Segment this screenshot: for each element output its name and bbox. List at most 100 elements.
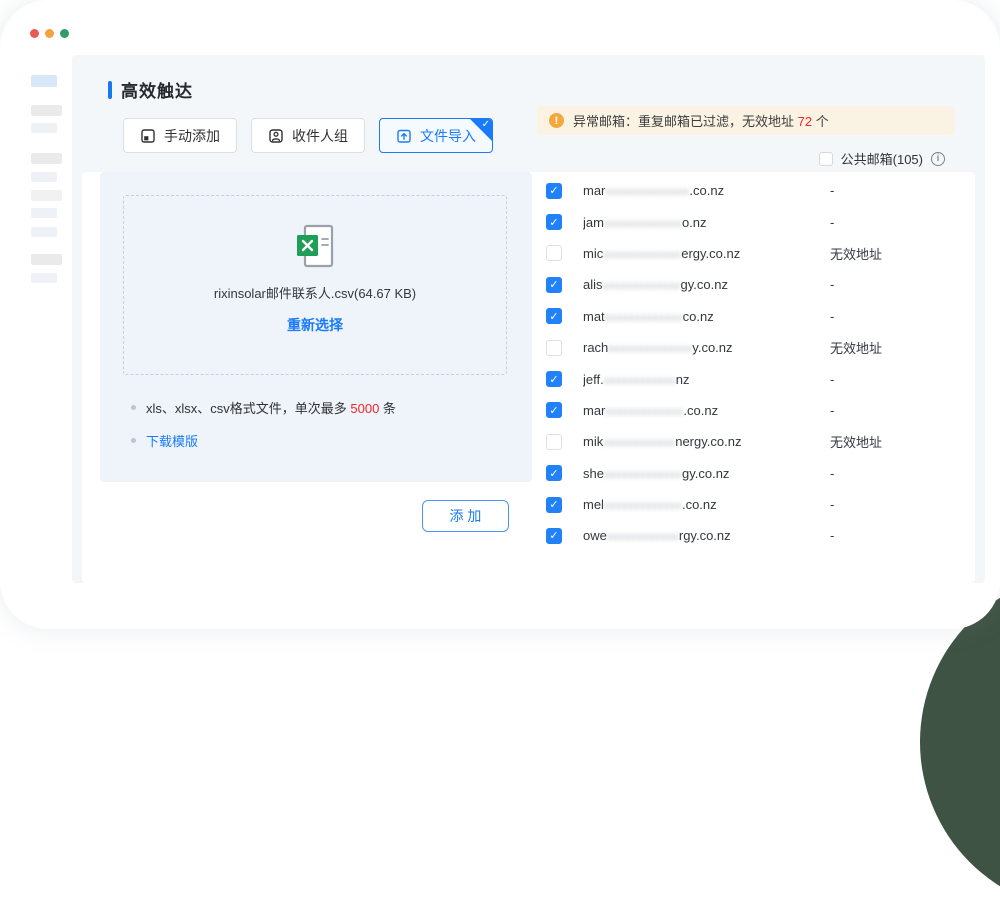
add-button[interactable]: 添 加	[422, 500, 509, 532]
format-hint: xls、xlsx、csv格式文件，单次最多 5000 条	[131, 398, 396, 417]
masked-email-segment: xxxxxxxxxxxx	[607, 531, 679, 543]
close-window-icon[interactable]	[30, 29, 39, 38]
file-import-icon	[396, 128, 412, 144]
invalid-count: 72	[798, 114, 812, 129]
email-row: ✓ marxxxxxxxxxxxxx.co.nz-	[537, 395, 975, 426]
email-checkbox[interactable]: ✓	[546, 465, 562, 481]
email-status: -	[830, 183, 834, 198]
page-title: 高效触达	[121, 77, 193, 102]
email-status: 无效地址	[830, 244, 882, 263]
format-hint-text: xls、xlsx、csv格式文件，单次最多 5000 条	[146, 398, 396, 417]
upload-dropzone[interactable]: rixinsolar邮件联系人.csv(64.67 KB) 重新选择	[123, 195, 507, 375]
email-checkbox[interactable]: ✓	[546, 497, 562, 513]
email-address: marxxxxxxxxxxxxx.co.nz	[583, 403, 830, 418]
email-checkbox[interactable]	[546, 434, 562, 450]
email-address: alisxxxxxxxxxxxxxgy.co.nz	[583, 277, 830, 292]
email-status: -	[830, 403, 834, 418]
tab-recipient-group[interactable]: 收件人组	[251, 118, 365, 153]
bullet-icon	[131, 438, 136, 443]
email-checkbox[interactable]: ✓	[546, 308, 562, 324]
masked-email-segment: xxxxxxxxxxxxx	[605, 312, 683, 324]
email-status: 无效地址	[830, 338, 882, 357]
email-checkbox[interactable]: ✓	[546, 183, 562, 199]
public-mailbox-row: 公共邮箱(105) i	[819, 149, 945, 168]
email-address: micxxxxxxxxxxxxxergy.co.nz	[583, 246, 830, 261]
minimize-window-icon[interactable]	[45, 29, 54, 38]
email-row: ✓ jamxxxxxxxxxxxxxo.nz-	[537, 206, 975, 237]
sidebar-skeleton-bar	[31, 75, 57, 87]
email-address: jamxxxxxxxxxxxxxo.nz	[583, 215, 830, 230]
main-panel: 高效触达 手动添加	[72, 55, 985, 583]
app-window: 高效触达 手动添加	[0, 0, 1000, 629]
sidebar-skeleton-bar	[31, 208, 57, 218]
sidebar-skeleton-bar	[31, 254, 62, 265]
email-row: ✓shexxxxxxxxxxxxxgy.co.nz-	[537, 458, 975, 489]
tab-label: 手动添加	[164, 126, 220, 146]
email-address: shexxxxxxxxxxxxxgy.co.nz	[583, 466, 830, 481]
masked-email-segment: xxxxxxxxxxxxx	[604, 500, 682, 512]
sidebar-skeleton-bar	[31, 172, 57, 182]
masked-email-segment: xxxxxxxxxxxxx	[604, 218, 682, 230]
email-checkbox[interactable]: ✓	[546, 402, 562, 418]
email-checkbox[interactable]	[546, 245, 562, 261]
warning-icon: !	[549, 113, 564, 128]
masked-email-segment: xxxxxxxxxxxxx	[605, 406, 683, 418]
email-checkbox[interactable]: ✓	[546, 528, 562, 544]
tab-label: 文件导入	[420, 126, 476, 146]
email-row: ✓ owexxxxxxxxxxxxrgy.co.nz-	[537, 520, 975, 551]
maximize-window-icon[interactable]	[60, 29, 69, 38]
email-checkbox[interactable]: ✓	[546, 214, 562, 230]
masked-email-segment: xxxxxxxxxxxxx	[603, 249, 681, 261]
email-checkbox[interactable]: ✓	[546, 277, 562, 293]
abnormal-mailbox-banner: ! 异常邮箱：重复邮箱已过滤，无效地址 72 个	[537, 106, 955, 135]
email-row: ✓alisxxxxxxxxxxxxxgy.co.nz-	[537, 269, 975, 300]
masked-email-segment: xxxxxxxxxxxxx	[603, 280, 681, 292]
email-address: owexxxxxxxxxxxxrgy.co.nz	[583, 528, 830, 543]
email-row: ✓ marxxxxxxxxxxxxxx.co.nz-	[537, 175, 975, 206]
window-controls	[30, 29, 69, 38]
bullet-icon	[131, 405, 136, 410]
file-upload-panel: rixinsolar邮件联系人.csv(64.67 KB) 重新选择 xls、x…	[100, 172, 532, 482]
email-checkbox[interactable]	[546, 340, 562, 356]
tab-label: 收件人组	[292, 126, 348, 146]
masked-email-segment: xxxxxxxxxxxx	[604, 375, 676, 387]
email-status: -	[830, 309, 834, 324]
email-checkbox[interactable]: ✓	[546, 371, 562, 387]
public-mailbox-label: 公共邮箱(105)	[841, 149, 923, 168]
tab-file-import[interactable]: 文件导入 ✓	[379, 118, 493, 153]
email-row: micxxxxxxxxxxxxxergy.co.nz无效地址	[537, 238, 975, 269]
email-address: matxxxxxxxxxxxxxco.nz	[583, 309, 830, 324]
recipient-group-icon	[268, 128, 284, 144]
email-address: mikxxxxxxxxxxxxnergy.co.nz	[583, 434, 830, 449]
masked-email-segment: xxxxxxxxxxxxx	[604, 469, 682, 481]
excel-file-icon	[124, 224, 506, 273]
masked-email-segment: xxxxxxxxxxxxxx	[608, 343, 692, 355]
banner-text: 异常邮箱：重复邮箱已过滤，无效地址 72 个	[573, 111, 829, 130]
email-address: jeff.xxxxxxxxxxxxnz	[583, 372, 830, 387]
email-status: 无效地址	[830, 432, 882, 451]
public-mailbox-checkbox[interactable]	[819, 152, 833, 166]
max-count: 5000	[350, 401, 379, 416]
check-icon: ✓	[482, 119, 490, 131]
manual-add-icon	[140, 128, 156, 144]
email-status: -	[830, 497, 834, 512]
content-card: rixinsolar邮件联系人.csv(64.67 KB) 重新选择 xls、x…	[82, 172, 975, 583]
tab-manual-add[interactable]: 手动添加	[123, 118, 237, 153]
email-status: -	[830, 528, 834, 543]
info-icon[interactable]: i	[931, 152, 945, 166]
download-template-link[interactable]: 下载模版	[146, 431, 198, 450]
email-row: ✓ jeff.xxxxxxxxxxxxnz-	[537, 363, 975, 394]
sidebar-skeleton-bar	[31, 273, 57, 283]
sidebar-skeleton-bar	[31, 105, 62, 116]
sidebar-skeleton-bar	[31, 190, 62, 201]
sidebar-skeleton-bar	[31, 153, 62, 164]
email-address: melxxxxxxxxxxxxx.co.nz	[583, 497, 830, 512]
email-status: -	[830, 372, 834, 387]
email-row: ✓ melxxxxxxxxxxxxx.co.nz-	[537, 489, 975, 520]
reselect-link[interactable]: 重新选择	[287, 315, 343, 335]
email-status: -	[830, 215, 834, 230]
sidebar-skeleton-bar	[31, 123, 57, 133]
title-accent-bar	[108, 81, 112, 99]
email-address: marxxxxxxxxxxxxxx.co.nz	[583, 183, 830, 198]
email-list: ✓marxxxxxxxxxxxxxx.co.nz-✓jamxxxxxxxxxxx…	[537, 172, 975, 552]
